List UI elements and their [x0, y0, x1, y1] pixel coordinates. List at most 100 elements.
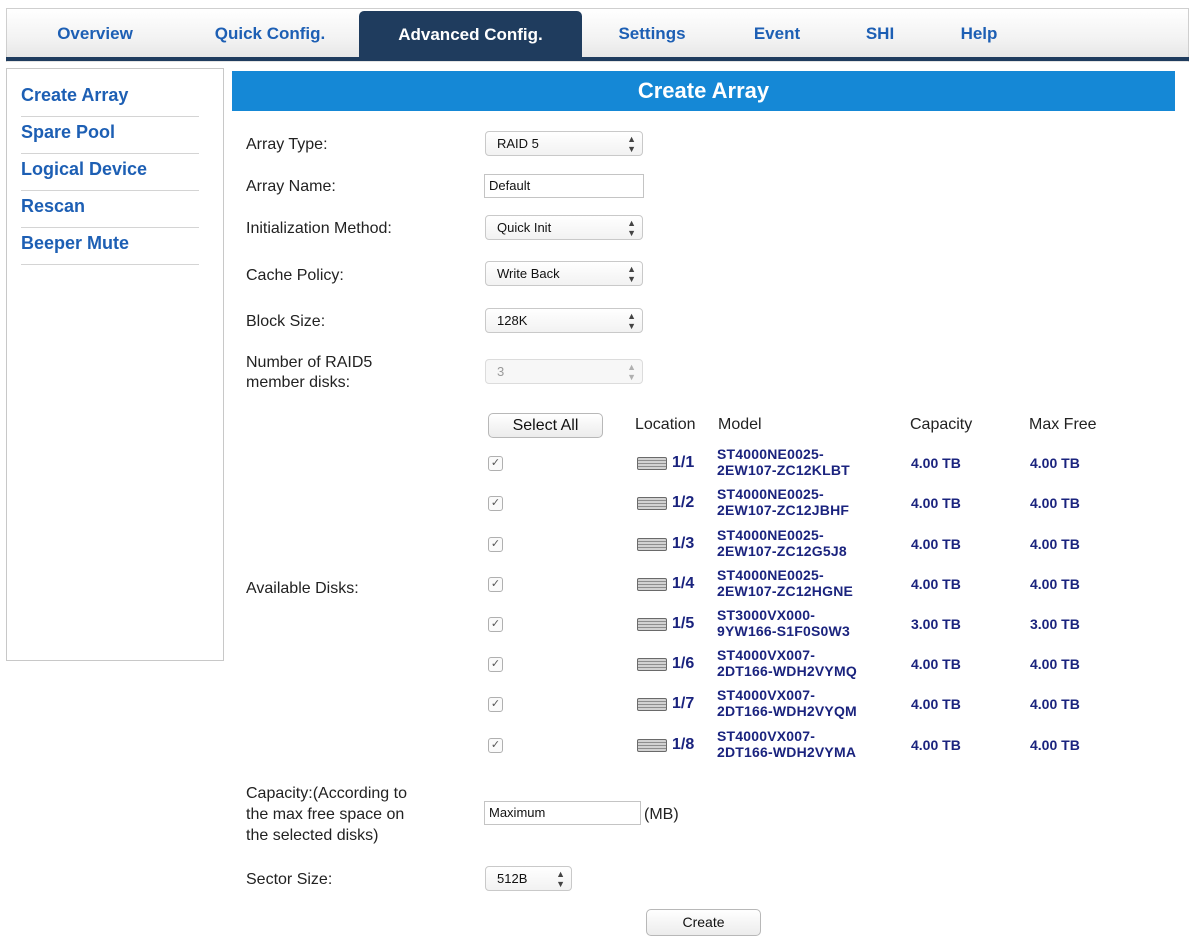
- array-type-label: Array Type:: [246, 136, 328, 153]
- disk-model-line1: ST4000VX007-: [717, 728, 816, 744]
- disk-checkbox[interactable]: ✓: [488, 577, 503, 592]
- hard-disk-icon: [637, 578, 667, 591]
- capacity-label: Capacity:(According to the max free spac…: [246, 783, 407, 846]
- disk-model-line2: 9YW166-S1F0S0W3: [717, 623, 850, 639]
- disk-location: 1/3: [672, 535, 695, 552]
- capacity-unit: (MB): [644, 806, 679, 823]
- disk-checkbox[interactable]: ✓: [488, 697, 503, 712]
- init-method-value: Quick Init: [497, 220, 552, 235]
- disk-model-line2: 2DT166-WDH2VYMQ: [717, 663, 857, 679]
- disk-max-free: 4.00 TB: [1030, 696, 1080, 712]
- disk-capacity: 4.00 TB: [911, 455, 961, 471]
- column-header-model: Model: [718, 416, 762, 433]
- up-down-arrows-icon: ▲ ▼: [627, 133, 636, 154]
- disk-model-line2: 2EW107-ZC12G5J8: [717, 543, 847, 559]
- disk-checkbox[interactable]: ✓: [488, 496, 503, 511]
- cache-policy-label: Cache Policy:: [246, 267, 344, 284]
- sidebar-item-logical-device[interactable]: Logical Device: [21, 154, 199, 191]
- tab-quick-config[interactable]: Quick Config.: [190, 9, 350, 59]
- disk-location: 1/5: [672, 615, 695, 632]
- hard-disk-icon: [637, 698, 667, 711]
- sector-size-value: 512B: [497, 871, 528, 886]
- disk-checkbox[interactable]: ✓: [488, 738, 503, 753]
- column-header-location: Location: [635, 416, 696, 433]
- hard-disk-icon: [637, 618, 667, 631]
- up-down-arrows-icon: ▲ ▼: [627, 361, 636, 382]
- disk-max-free: 4.00 TB: [1030, 576, 1080, 592]
- create-button[interactable]: Create: [646, 909, 761, 936]
- member-disks-label-line1: Number of RAID5: [246, 354, 373, 371]
- member-disks-label-line2: member disks:: [246, 374, 351, 391]
- disk-model: ST4000NE0025- 2EW107-ZC12KLBT: [717, 446, 909, 478]
- disk-location: 1/8: [672, 736, 695, 753]
- tab-shi[interactable]: SHI: [845, 9, 915, 59]
- disk-model-line2: 2DT166-WDH2VYMA: [717, 744, 857, 760]
- init-method-label: Initialization Method:: [246, 220, 392, 237]
- top-nav-bar: Overview Quick Config. Advanced Config. …: [6, 8, 1189, 62]
- disk-capacity: 4.00 TB: [911, 576, 961, 592]
- disk-model: ST4000VX007- 2DT166-WDH2VYMQ: [717, 647, 909, 679]
- disk-max-free: 4.00 TB: [1030, 455, 1080, 471]
- disk-location: 1/1: [672, 454, 695, 471]
- disk-capacity: 4.00 TB: [911, 536, 961, 552]
- sidebar-item-beeper-mute[interactable]: Beeper Mute: [21, 228, 199, 265]
- tab-overview[interactable]: Overview: [35, 9, 155, 59]
- disk-model-line1: ST4000VX007-: [717, 647, 816, 663]
- hard-disk-icon: [637, 739, 667, 752]
- cache-policy-value: Write Back: [497, 266, 560, 281]
- disk-model: ST4000VX007- 2DT166-WDH2VYQM: [717, 687, 909, 719]
- up-down-arrows-icon: ▲ ▼: [627, 263, 636, 284]
- hard-disk-icon: [637, 457, 667, 470]
- array-name-input[interactable]: Default: [484, 174, 644, 198]
- tab-settings[interactable]: Settings: [597, 9, 707, 59]
- cache-policy-select[interactable]: Write Back ▲ ▼: [485, 261, 643, 286]
- up-down-arrows-icon: ▲ ▼: [556, 868, 565, 889]
- disk-checkbox[interactable]: ✓: [488, 456, 503, 471]
- disk-location: 1/2: [672, 494, 695, 511]
- disk-model-line1: ST4000NE0025-: [717, 446, 824, 462]
- disk-max-free: 4.00 TB: [1030, 656, 1080, 672]
- disk-capacity: 4.00 TB: [911, 656, 961, 672]
- array-name-label: Array Name:: [246, 178, 336, 195]
- disk-model: ST3000VX000- 9YW166-S1F0S0W3: [717, 607, 909, 639]
- disk-max-free: 3.00 TB: [1030, 616, 1080, 632]
- disk-max-free: 4.00 TB: [1030, 495, 1080, 511]
- member-disks-label: Number of RAID5 member disks:: [246, 353, 372, 393]
- tab-event[interactable]: Event: [732, 9, 822, 59]
- select-all-button[interactable]: Select All: [488, 413, 603, 438]
- disk-capacity: 4.00 TB: [911, 495, 961, 511]
- disk-capacity: 4.00 TB: [911, 737, 961, 753]
- tab-advanced-config[interactable]: Advanced Config.: [359, 11, 582, 60]
- tab-help[interactable]: Help: [939, 9, 1019, 59]
- up-down-arrows-icon: ▲ ▼: [627, 310, 636, 331]
- disk-checkbox[interactable]: ✓: [488, 657, 503, 672]
- disk-model-line1: ST4000NE0025-: [717, 486, 824, 502]
- column-header-max-free: Max Free: [1029, 416, 1097, 433]
- member-disks-value: 3: [497, 364, 505, 379]
- disk-model-line2: 2EW107-ZC12JBHF: [717, 502, 850, 518]
- disk-capacity: 4.00 TB: [911, 696, 961, 712]
- sidebar-item-spare-pool[interactable]: Spare Pool: [21, 117, 199, 154]
- sector-size-select[interactable]: 512B ▲ ▼: [485, 866, 572, 891]
- disk-max-free: 4.00 TB: [1030, 536, 1080, 552]
- sidebar-item-create-array[interactable]: Create Array: [21, 80, 199, 117]
- array-type-select[interactable]: RAID 5 ▲ ▼: [485, 131, 643, 156]
- page-title: Create Array: [232, 71, 1175, 111]
- column-header-capacity: Capacity: [910, 416, 973, 433]
- init-method-select[interactable]: Quick Init ▲ ▼: [485, 215, 643, 240]
- capacity-input[interactable]: Maximum: [484, 801, 641, 825]
- disk-model-line1: ST4000NE0025-: [717, 567, 824, 583]
- capacity-label-line1: Capacity:(According to: [246, 785, 407, 802]
- disk-checkbox[interactable]: ✓: [488, 537, 503, 552]
- block-size-value: 128K: [497, 313, 528, 328]
- hard-disk-icon: [637, 658, 667, 671]
- disk-model-line2: 2EW107-ZC12HGNE: [717, 583, 854, 599]
- block-size-select[interactable]: 128K ▲ ▼: [485, 308, 643, 333]
- disk-checkbox[interactable]: ✓: [488, 617, 503, 632]
- sidebar-item-rescan[interactable]: Rescan: [21, 191, 199, 228]
- disk-model: ST4000NE0025- 2EW107-ZC12G5J8: [717, 527, 909, 559]
- disk-location: 1/6: [672, 655, 695, 672]
- disk-max-free: 4.00 TB: [1030, 737, 1080, 753]
- nav-underline: [6, 57, 1189, 61]
- disk-model-line1: ST4000NE0025-: [717, 527, 824, 543]
